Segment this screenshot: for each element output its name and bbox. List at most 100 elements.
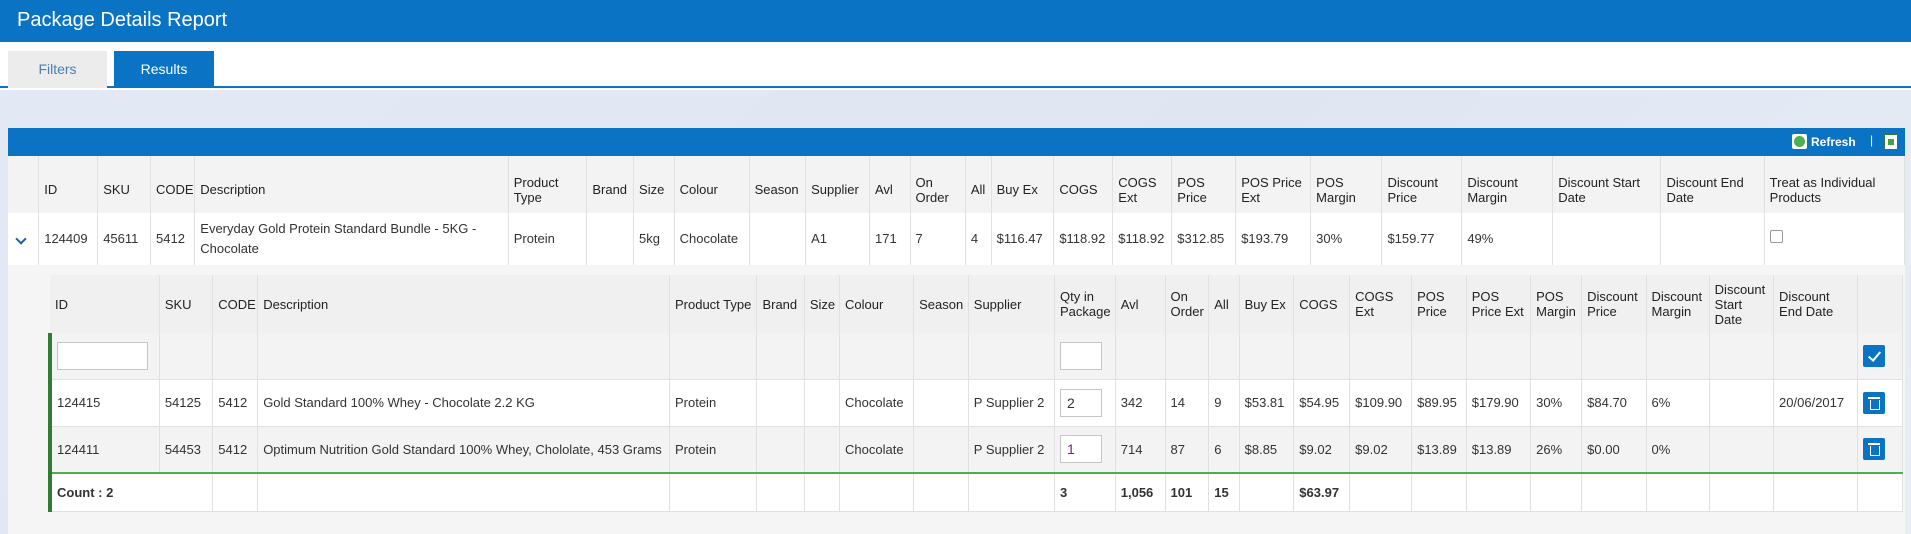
cell-discount-margin: 0% xyxy=(1646,426,1710,473)
expand-toggle[interactable] xyxy=(8,213,40,265)
tab-filters[interactable]: Filters xyxy=(8,51,107,88)
trash-icon[interactable] xyxy=(1862,438,1885,461)
id-input[interactable] xyxy=(57,341,148,370)
col-header[interactable]: All xyxy=(965,156,992,213)
cell-pos-price: $13.89 xyxy=(1411,426,1467,473)
packages-grid: ID SKU CODE Description Product Type Bra… xyxy=(8,156,1906,266)
totals-row: Count : 2 3 1,056 101 15 $63.97 xyxy=(48,473,1904,511)
col-header[interactable]: Colour xyxy=(839,275,915,333)
cell-description: Gold Standard 100% Whey - Chocolate 2.2 … xyxy=(257,379,670,426)
cell-supplier: P Supplier 2 xyxy=(968,426,1056,473)
cell-qty: 2 xyxy=(1054,379,1116,426)
col-header[interactable]: Buy Ex xyxy=(1239,275,1295,333)
col-header[interactable]: Discount Start Date xyxy=(1709,275,1775,333)
refresh-button[interactable]: Refresh xyxy=(1792,133,1856,151)
col-header[interactable]: Avl xyxy=(1115,275,1166,333)
excel-export-icon[interactable] xyxy=(1884,134,1898,150)
col-header[interactable]: Discount Price xyxy=(1581,275,1647,333)
cell-delete xyxy=(1857,379,1904,426)
cell-pos-price: $89.95 xyxy=(1411,379,1467,426)
cell-discount-price: $0.00 xyxy=(1581,426,1647,473)
col-header[interactable]: SKU xyxy=(159,275,214,333)
col-header[interactable]: Size xyxy=(633,156,675,213)
col-header[interactable]: Supplier xyxy=(805,156,870,213)
col-header[interactable]: COGS Ext xyxy=(1112,156,1173,213)
col-header[interactable]: POS Margin xyxy=(1310,156,1383,213)
table-row[interactable]: 124409 45611 5412 Everyday Gold Protein … xyxy=(8,213,1906,265)
col-header[interactable]: On Order xyxy=(910,156,966,213)
cell-cogs: $118.92 xyxy=(1053,213,1114,265)
col-header[interactable]: Product Type xyxy=(669,275,758,333)
col-header[interactable]: Description xyxy=(194,156,509,213)
col-header[interactable]: Discount Margin xyxy=(1646,275,1710,333)
col-header[interactable]: Brand xyxy=(756,275,805,333)
chevron-down-icon[interactable] xyxy=(15,233,27,245)
col-header[interactable]: Colour xyxy=(674,156,750,213)
cell-season xyxy=(913,379,969,426)
col-header[interactable]: POS Price Ext xyxy=(1466,275,1532,333)
col-header[interactable]: Season xyxy=(913,275,969,333)
col-header[interactable]: POS Price xyxy=(1411,275,1467,333)
col-header[interactable]: Buy Ex xyxy=(991,156,1055,213)
col-header[interactable]: Season xyxy=(749,156,807,213)
col-header[interactable]: All xyxy=(1208,275,1240,333)
col-header[interactable]: On Order xyxy=(1165,275,1210,333)
tab-results[interactable]: Results xyxy=(114,51,214,88)
col-header[interactable]: SKU xyxy=(97,156,152,213)
table-row[interactable]: 124415 54125 5412 Gold Standard 100% Whe… xyxy=(47,379,1904,426)
col-header[interactable]: POS Price Ext xyxy=(1235,156,1312,213)
cell-cogs: $54.95 xyxy=(1293,379,1351,426)
cell-pos-margin: 26% xyxy=(1530,426,1583,473)
treat-individual-checkbox[interactable] xyxy=(1769,229,1783,243)
col-header[interactable]: ID xyxy=(38,156,99,213)
cell-avl: 714 xyxy=(1115,426,1166,473)
cell-description: Everyday Gold Protein Standard Bundle - … xyxy=(194,213,509,265)
col-header[interactable]: Size xyxy=(804,275,841,333)
cell-supplier: A1 xyxy=(805,213,870,265)
col-header[interactable]: Avl xyxy=(869,156,911,213)
col-header[interactable]: POS Margin xyxy=(1530,275,1583,333)
col-header[interactable]: CODE xyxy=(150,156,196,213)
cell-cogs-ext: $109.90 xyxy=(1349,379,1413,426)
col-header[interactable]: Discount Start Date xyxy=(1552,156,1662,213)
package-items-grid: ID SKU CODE Description Product Type Bra… xyxy=(47,275,1904,512)
col-header[interactable]: Supplier xyxy=(968,275,1056,333)
cell-id: 124409 xyxy=(38,213,99,265)
col-header[interactable]: Qty in Package xyxy=(1054,275,1116,333)
qty-input[interactable] xyxy=(1060,341,1103,370)
trash-icon[interactable] xyxy=(1862,391,1885,414)
cell-all: 6 xyxy=(1208,426,1240,473)
total-qty: 3 xyxy=(1054,473,1116,511)
cell-season xyxy=(913,426,969,473)
col-header[interactable]: Discount Price xyxy=(1381,156,1463,213)
cell-discount-end xyxy=(1660,213,1765,265)
qty-input[interactable]: 1 xyxy=(1060,435,1103,464)
table-row[interactable]: 124411 54453 5412 Optimum Nutrition Gold… xyxy=(47,426,1904,473)
col-header[interactable]: COGS xyxy=(1053,156,1114,213)
qty-input[interactable]: 2 xyxy=(1060,388,1103,417)
col-header[interactable]: Discount Margin xyxy=(1461,156,1554,213)
cell-buy-ex: $53.81 xyxy=(1239,379,1295,426)
col-header[interactable]: POS Price xyxy=(1171,156,1237,213)
cell-discount-start xyxy=(1709,379,1775,426)
col-header[interactable]: COGS xyxy=(1293,275,1351,333)
col-header[interactable]: Treat as Individual Products xyxy=(1764,156,1906,213)
col-header[interactable]: Product Type xyxy=(508,156,588,213)
col-header[interactable]: ID xyxy=(50,275,160,333)
col-header[interactable]: COGS Ext xyxy=(1349,275,1413,333)
cell-discount-start xyxy=(1709,426,1775,473)
checkmark-icon[interactable] xyxy=(1862,344,1885,367)
tab-bar: Filters Results xyxy=(0,42,1911,88)
detail-header-row: ID SKU CODE Description Product Type Bra… xyxy=(50,275,1904,333)
cell-delete xyxy=(1857,426,1904,473)
col-header[interactable]: CODE xyxy=(212,275,259,333)
col-header[interactable]: Description xyxy=(257,275,670,333)
col-header[interactable]: Brand xyxy=(586,156,635,213)
col-header[interactable]: Discount End Date xyxy=(1773,275,1858,333)
cell-qty-input xyxy=(1054,333,1116,379)
col-header[interactable]: Discount End Date xyxy=(1660,156,1765,213)
cell-code: 5412 xyxy=(212,426,259,473)
cell-brand xyxy=(586,213,635,265)
cell-cogs-ext: $9.02 xyxy=(1349,426,1413,473)
cell-on-order: 7 xyxy=(910,213,966,265)
